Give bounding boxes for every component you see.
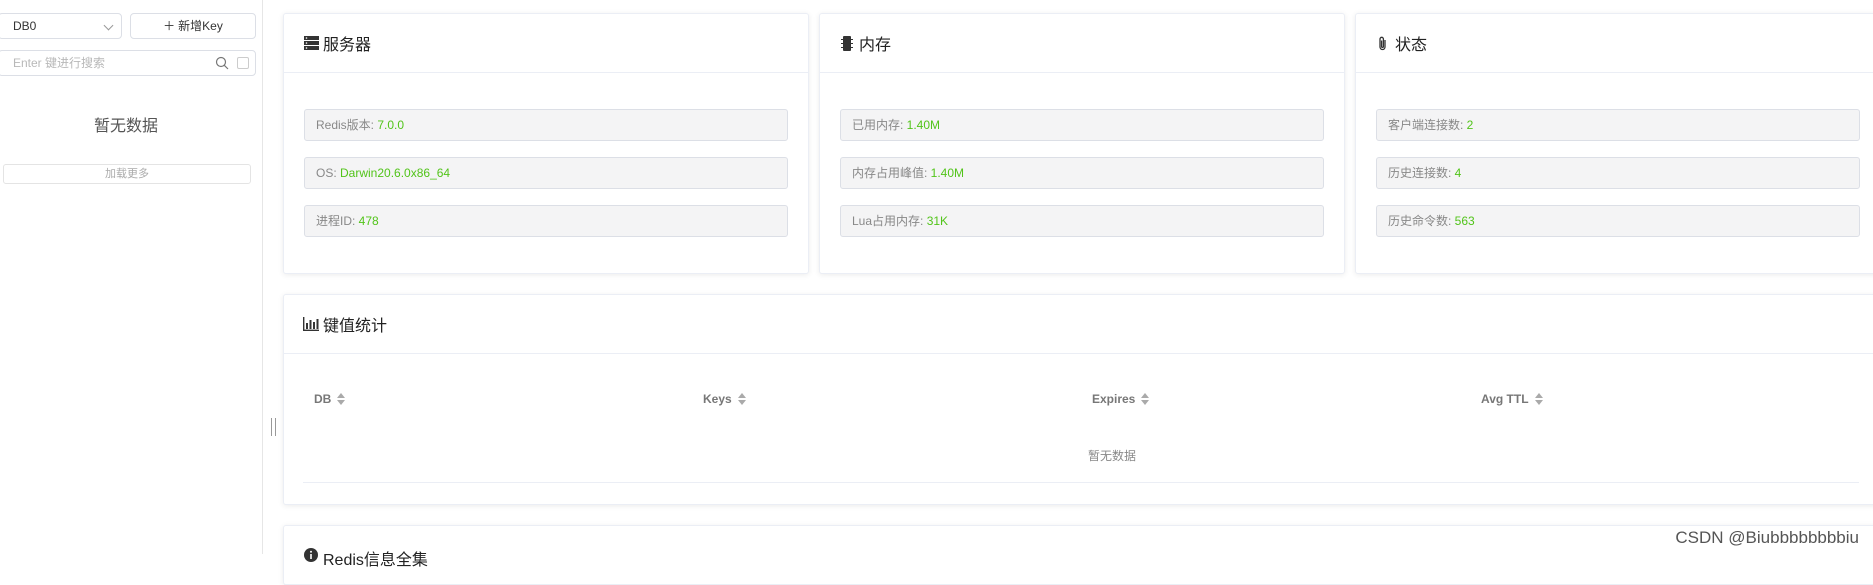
paperclip-icon [1375, 35, 1391, 51]
info-circle-icon [303, 547, 319, 563]
sort-icon[interactable] [737, 393, 746, 405]
chevron-down-icon [103, 20, 114, 31]
lua-memory-label: Lua占用内存: [852, 214, 927, 228]
lua-memory-value: 31K [926, 214, 949, 228]
client-connections-row: 客户端连接数: 2 [1376, 109, 1860, 141]
peak-memory-value: 1.40M [930, 166, 965, 180]
lua-memory-row: Lua占用内存: 31K [840, 205, 1324, 237]
total-commands-label: 历史命令数: [1388, 214, 1455, 228]
sort-icon[interactable] [1534, 393, 1543, 405]
os-label: OS: [316, 166, 341, 180]
client-connections-value: 2 [1466, 118, 1474, 132]
redis-version-row: Redis版本: 7.0.0 [304, 109, 788, 141]
memory-card-title: 内存 [859, 37, 892, 54]
redis-version-value: 7.0.0 [377, 118, 405, 132]
table-empty-text: 暂无数据 [1087, 449, 1136, 463]
status-card-title: 状态 [1395, 37, 1428, 54]
column-header-expires[interactable]: Expires [1092, 392, 1150, 406]
total-commands-row: 历史命令数: 563 [1376, 205, 1860, 237]
server-card: 服务器 Redis版本: 7.0.0 OS: Darwin20.6.0x86_6… [283, 13, 809, 274]
bar-chart-icon [303, 316, 319, 332]
keystats-card: 键值统计 [283, 294, 1873, 505]
memory-card: 内存 已用内存: 1.40M 内存占用峰值: 1.40M Lua占用内存: 31… [819, 13, 1345, 274]
keystats-card-title: 键值统计 [323, 318, 388, 335]
watermark: CSDN @Biubbbbbbbbiu [1675, 528, 1859, 547]
pid-value: 478 [358, 214, 379, 228]
redis-info-card-header: Redis信息全集 [284, 526, 1873, 585]
status-card: 状态 客户端连接数: 2 历史连接数: 4 历史命令数: 563 [1355, 13, 1873, 274]
column-header-avg-ttl-label: Avg TTL [1481, 392, 1529, 406]
sort-icon[interactable] [1141, 393, 1150, 405]
pid-label: 进程ID: [316, 214, 359, 228]
plus-icon: ＋ [163, 19, 176, 33]
sidebar: DB0 ＋新增Key Enter 键进行搜索 暂无数据 加载更多 [0, 0, 263, 554]
status-card-header: 状态 [1356, 14, 1873, 73]
used-memory-label: 已用内存: [852, 118, 907, 132]
redis-info-card-title: Redis信息全集 [323, 552, 428, 569]
total-connections-row: 历史连接数: 4 [1376, 157, 1860, 189]
redis-version-label: Redis版本: [316, 118, 378, 132]
column-header-expires-label: Expires [1092, 392, 1136, 406]
total-connections-value: 4 [1454, 166, 1462, 180]
used-memory-row: 已用内存: 1.40M [840, 109, 1324, 141]
column-header-keys-label: Keys [703, 392, 732, 406]
os-value: Darwin20.6.0x86_64 [340, 166, 451, 180]
add-key-button[interactable]: ＋新增Key [130, 13, 256, 39]
db-select[interactable]: DB0 [0, 13, 122, 39]
sort-icon[interactable] [337, 393, 346, 405]
used-memory-value: 1.40M [906, 118, 941, 132]
peak-memory-label: 内存占用峰值: [852, 166, 931, 180]
column-header-keys[interactable]: Keys [703, 392, 746, 406]
client-connections-label: 客户端连接数: [1388, 118, 1467, 132]
key-list-empty: 暂无数据 [93, 118, 158, 135]
memory-card-header: 内存 [820, 14, 1344, 73]
column-header-avg-ttl[interactable]: Avg TTL [1481, 392, 1543, 406]
search-icon[interactable] [215, 56, 229, 70]
pid-row: 进程ID: 478 [304, 205, 788, 237]
resize-handle[interactable] [271, 418, 276, 436]
keystats-card-header: 键值统计 [284, 295, 1873, 354]
total-commands-value: 563 [1454, 214, 1475, 228]
server-icon [303, 35, 319, 51]
peak-memory-row: 内存占用峰值: 1.40M [840, 157, 1324, 189]
column-header-db-label: DB [314, 392, 332, 406]
redis-info-card: Redis信息全集 [283, 525, 1873, 585]
table-divider [303, 482, 1859, 483]
search-box: Enter 键进行搜索 [0, 50, 256, 76]
exact-search-checkbox[interactable] [237, 57, 249, 69]
db-select-value: DB0 [13, 19, 37, 33]
add-key-label: 新增Key [178, 19, 223, 33]
column-header-db[interactable]: DB [314, 392, 346, 406]
os-row: OS: Darwin20.6.0x86_64 [304, 157, 788, 189]
memory-icon [839, 35, 855, 51]
server-card-header: 服务器 [284, 14, 808, 73]
total-connections-label: 历史连接数: [1388, 166, 1455, 180]
server-card-title: 服务器 [323, 37, 372, 54]
search-input[interactable]: Enter 键进行搜索 [13, 51, 105, 75]
load-more-button[interactable]: 加载更多 [3, 164, 251, 184]
